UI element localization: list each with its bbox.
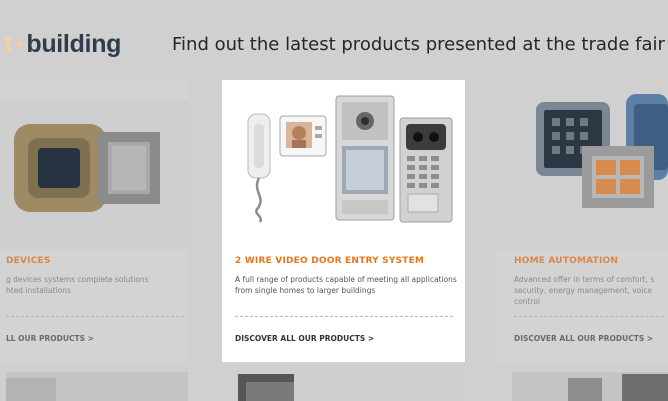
next-row-image [512, 372, 668, 401]
product-card-home-automation[interactable]: HOME AUTOMATION Advanced offer in terms … [496, 80, 668, 362]
next-row-card[interactable] [236, 372, 462, 401]
card-title: HOME AUTOMATION [514, 256, 619, 266]
next-row-card[interactable] [6, 372, 188, 401]
card-divider [235, 316, 453, 317]
card-divider [514, 316, 664, 317]
next-row-image [236, 372, 462, 401]
card-description: A full range of products capable of meet… [235, 275, 457, 295]
brand-word: building [26, 30, 122, 58]
brand-plus: + [12, 30, 27, 58]
product-card-video-door-entry[interactable]: 2 WIRE VIDEO DOOR ENTRY SYSTEM A full ra… [222, 80, 465, 362]
page-headline: Find out the latest products presented a… [172, 34, 665, 55]
light-switch-illustration [0, 100, 188, 250]
card-description: Advanced offer in terms of comfort, s se… [514, 275, 655, 306]
video-door-entry-image [222, 80, 465, 250]
next-row-card[interactable] [512, 372, 668, 401]
brand-logo[interactable]: t+building [4, 30, 121, 59]
home-automation-image [496, 80, 668, 250]
discover-products-link[interactable]: LL OUR PRODUCTS > [6, 334, 94, 343]
card-description: g devices systems complete solutions hte… [6, 275, 149, 295]
discover-products-link[interactable]: DISCOVER ALL OUR PRODUCTS > [235, 334, 374, 343]
discover-products-link[interactable]: DISCOVER ALL OUR PRODUCTS > [514, 334, 653, 343]
product-card-devices[interactable]: DEVICES g devices systems complete solut… [0, 80, 188, 362]
card-divider [6, 316, 184, 317]
card-title: DEVICES [6, 256, 51, 266]
brand-prefix: t [4, 30, 13, 58]
card-title: 2 WIRE VIDEO DOOR ENTRY SYSTEM [235, 256, 425, 266]
video-door-entry-illustration [247, 95, 453, 223]
page: t+building Find out the latest products … [0, 0, 668, 401]
home-automation-illustration [496, 80, 668, 250]
devices-image [0, 80, 188, 250]
next-row-image [6, 372, 188, 401]
header: t+building Find out the latest products … [0, 0, 668, 72]
